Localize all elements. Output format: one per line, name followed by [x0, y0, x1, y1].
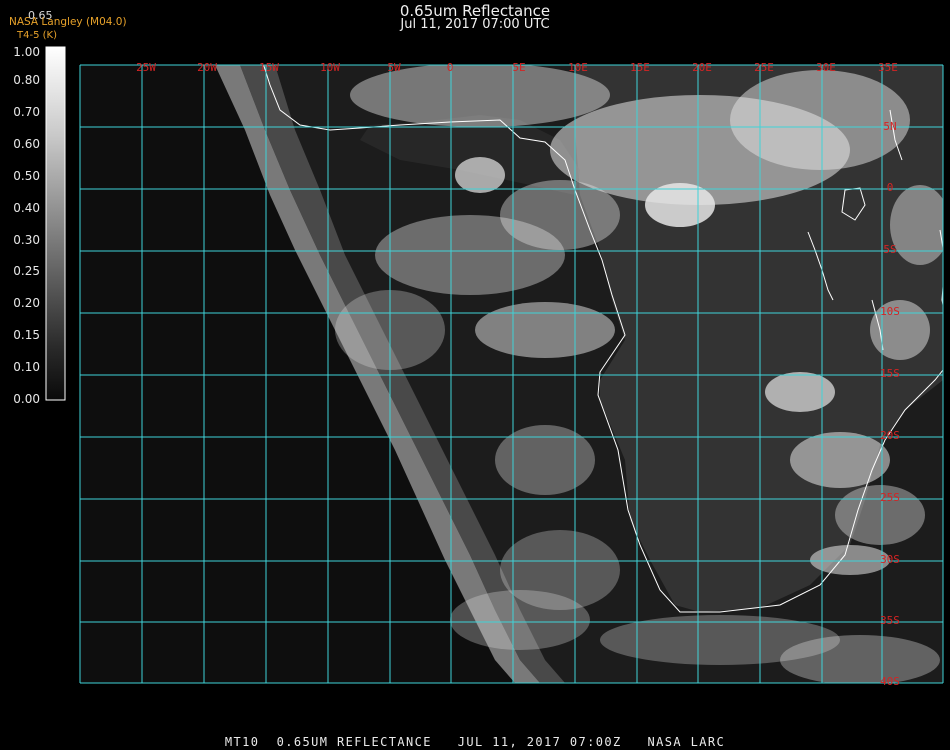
colorbar-label: 1.00: [13, 45, 40, 59]
footer-caption: MT10 0.65UM REFLECTANCE JUL 11, 2017 07:…: [224, 735, 726, 749]
latitude-label: 10S: [880, 305, 900, 318]
colorbar-label: 0.25: [13, 264, 40, 278]
longitude-label: 20E: [692, 61, 712, 74]
longitude-label: 10E: [568, 61, 588, 74]
longitude-label: 15E: [630, 61, 650, 74]
satellite-map: 25W 20W 15W 10W 5W 0 5E 10E 15E 20E 25E 30E 35E 5N 0 5…: [0, 0, 950, 750]
longitude-label: 10W: [320, 61, 340, 74]
colorbar-ramp: [45, 46, 66, 401]
latitude-label: 0: [887, 181, 894, 194]
latitude-label: 5N: [883, 120, 896, 133]
colorbar-label: 0.15: [13, 328, 40, 342]
colorbar-label: 0.80: [13, 73, 40, 87]
colorbar: [45, 46, 66, 401]
longitude-label: 35E: [878, 61, 898, 74]
longitude-label: 0: [447, 61, 454, 74]
latitude-label: 40S: [880, 675, 900, 688]
colorbar-label: 0.00: [13, 392, 40, 406]
longitude-label: 15W: [259, 61, 279, 74]
latitude-label: 5S: [883, 243, 896, 256]
page-subtitle: Jul 11, 2017 07:00 UTC: [400, 17, 550, 32]
latitude-label: 30S: [880, 553, 900, 566]
colorbar-label: 0.30: [13, 233, 40, 247]
longitude-label: 5W: [387, 61, 401, 74]
colorbar-label: 0.60: [13, 137, 40, 151]
colorbar-label: 0.10: [13, 360, 40, 374]
latitude-label: 35S: [880, 614, 900, 627]
longitude-label: 20W: [197, 61, 217, 74]
longitude-label: 25W: [136, 61, 156, 74]
latitude-label: 25S: [880, 491, 900, 504]
colorbar-label: 0.70: [13, 105, 40, 119]
longitude-label: 25E: [754, 61, 774, 74]
colorbar-label: 0.50: [13, 169, 40, 183]
latitude-label: 20S: [880, 429, 900, 442]
latitude-label: 15S: [880, 367, 900, 380]
map-area: [80, 65, 943, 683]
colorbar-label: 0.40: [13, 201, 40, 215]
longitude-label: 5E: [512, 61, 525, 74]
colorbar-label: 0.20: [13, 296, 40, 310]
longitude-label: 30E: [816, 61, 836, 74]
